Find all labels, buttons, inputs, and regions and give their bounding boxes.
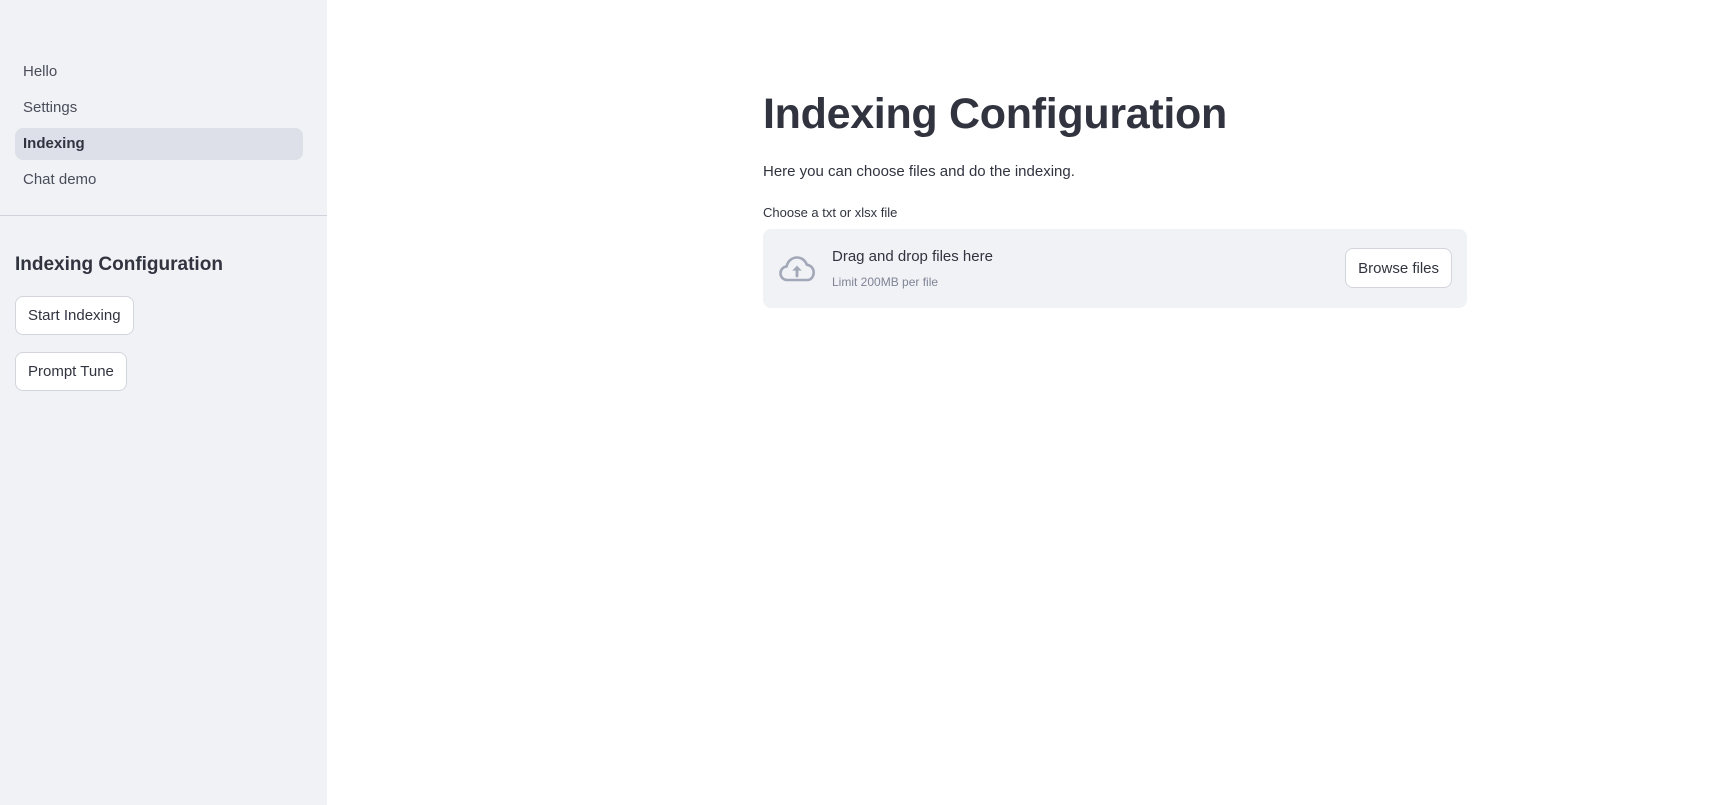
file-dropzone[interactable]: Drag and drop files here Limit 200MB per… bbox=[763, 229, 1467, 308]
app-window: Hello Settings Indexing Chat demo Indexi… bbox=[0, 0, 1719, 805]
start-indexing-button[interactable]: Start Indexing bbox=[15, 296, 134, 335]
sidebar: Hello Settings Indexing Chat demo Indexi… bbox=[0, 0, 327, 805]
sidebar-item-settings[interactable]: Settings bbox=[15, 92, 303, 124]
page-description: Here you can choose files and do the ind… bbox=[763, 163, 1075, 180]
sidebar-nav: Hello Settings Indexing Chat demo bbox=[15, 56, 303, 200]
sidebar-item-hello[interactable]: Hello bbox=[15, 56, 303, 88]
browse-files-button[interactable]: Browse files bbox=[1345, 248, 1452, 288]
sidebar-section-heading: Indexing Configuration bbox=[15, 254, 223, 275]
page-title: Indexing Configuration bbox=[763, 90, 1227, 138]
sidebar-divider bbox=[0, 215, 327, 216]
drop-instruction: Drag and drop files here bbox=[832, 248, 993, 265]
cloud-upload-icon bbox=[778, 252, 816, 284]
prompt-tune-button[interactable]: Prompt Tune bbox=[15, 352, 127, 391]
sidebar-item-indexing[interactable]: Indexing bbox=[15, 128, 303, 160]
file-uploader-label: Choose a txt or xlsx file bbox=[763, 205, 898, 220]
file-size-limit: Limit 200MB per file bbox=[832, 275, 939, 289]
sidebar-item-chat-demo[interactable]: Chat demo bbox=[15, 164, 303, 196]
